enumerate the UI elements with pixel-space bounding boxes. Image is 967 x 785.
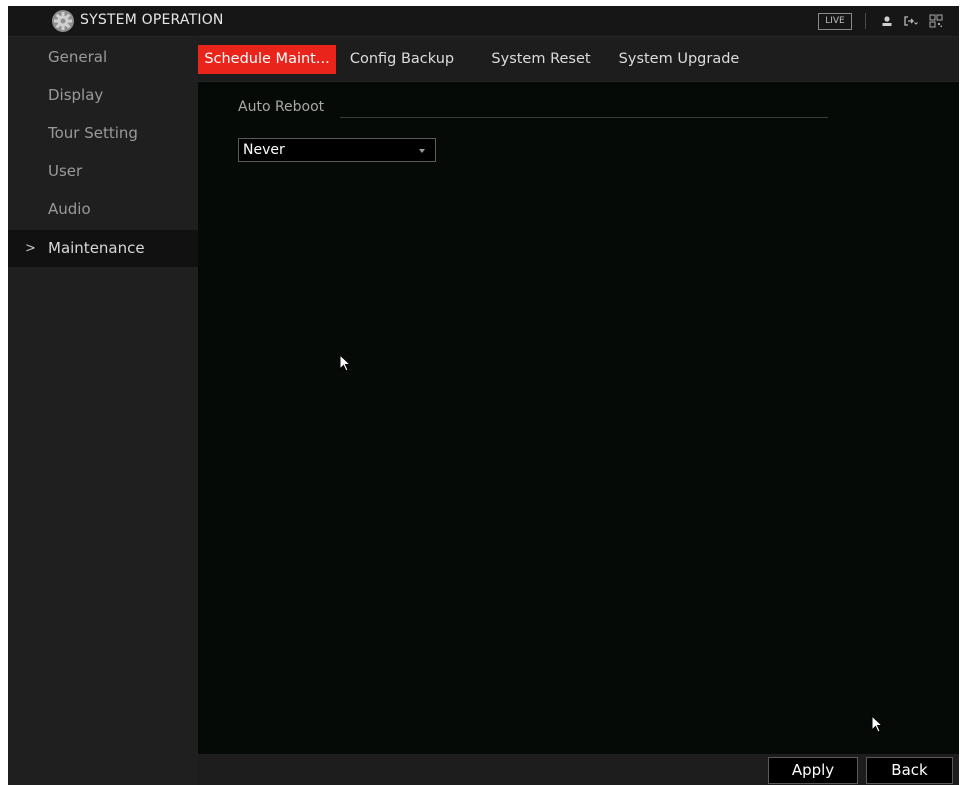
tab-config-backup[interactable]: Config Backup bbox=[338, 45, 466, 74]
apply-button[interactable]: Apply bbox=[768, 757, 858, 784]
auto-reboot-dropdown[interactable]: Never bbox=[238, 138, 436, 162]
window-title: SYSTEM OPERATION bbox=[80, 12, 224, 28]
tab-system-upgrade[interactable]: System Upgrade bbox=[610, 45, 748, 74]
sidebar-item-general[interactable]: General bbox=[8, 39, 198, 76]
sidebar-item-label: Maintenance bbox=[48, 239, 145, 257]
sidebar-item-label: Display bbox=[48, 86, 104, 104]
sidebar-item-audio[interactable]: Audio bbox=[8, 191, 198, 228]
main-content: Schedule Maint... Config Backup System R… bbox=[198, 37, 959, 785]
tab-system-reset[interactable]: System Reset bbox=[484, 45, 598, 74]
sidebar-item-maintenance[interactable]: > Maintenance bbox=[8, 230, 198, 267]
mouse-pointer-icon bbox=[339, 354, 352, 372]
sidebar-item-user[interactable]: User bbox=[8, 153, 198, 190]
auto-reboot-value: Never bbox=[243, 142, 285, 158]
tab-schedule-maintenance[interactable]: Schedule Maint... bbox=[198, 45, 336, 74]
sidebar-item-tour-setting[interactable]: Tour Setting bbox=[8, 115, 198, 152]
sidebar-item-display[interactable]: Display bbox=[8, 77, 198, 114]
logout-icon[interactable] bbox=[902, 13, 918, 29]
mouse-pointer-icon bbox=[871, 715, 884, 733]
user-icon[interactable] bbox=[879, 13, 895, 29]
section-divider bbox=[340, 117, 828, 118]
live-button[interactable]: LIVE bbox=[818, 13, 852, 30]
back-button[interactable]: Back bbox=[866, 757, 953, 784]
sidebar-item-label: General bbox=[48, 48, 108, 66]
gear-icon bbox=[52, 10, 74, 32]
sidebar-item-label: User bbox=[48, 162, 83, 180]
tab-bar: Schedule Maint... Config Backup System R… bbox=[198, 37, 959, 81]
dropdown-arrow-icon bbox=[419, 149, 425, 153]
title-bar: SYSTEM OPERATION LIVE bbox=[8, 6, 959, 37]
tab-divider bbox=[198, 81, 959, 82]
auto-reboot-label: Auto Reboot bbox=[238, 99, 325, 115]
titlebar-divider bbox=[865, 13, 866, 29]
chevron-right-icon: > bbox=[25, 241, 36, 256]
sidebar-item-label: Tour Setting bbox=[48, 124, 138, 142]
qr-code-icon[interactable] bbox=[928, 13, 944, 29]
sidebar: General Display Tour Setting User Audio … bbox=[8, 37, 198, 785]
bottom-bar: Apply Back bbox=[198, 754, 959, 785]
sidebar-item-label: Audio bbox=[48, 200, 91, 218]
system-operation-window: SYSTEM OPERATION LIVE General Display To… bbox=[8, 6, 959, 785]
